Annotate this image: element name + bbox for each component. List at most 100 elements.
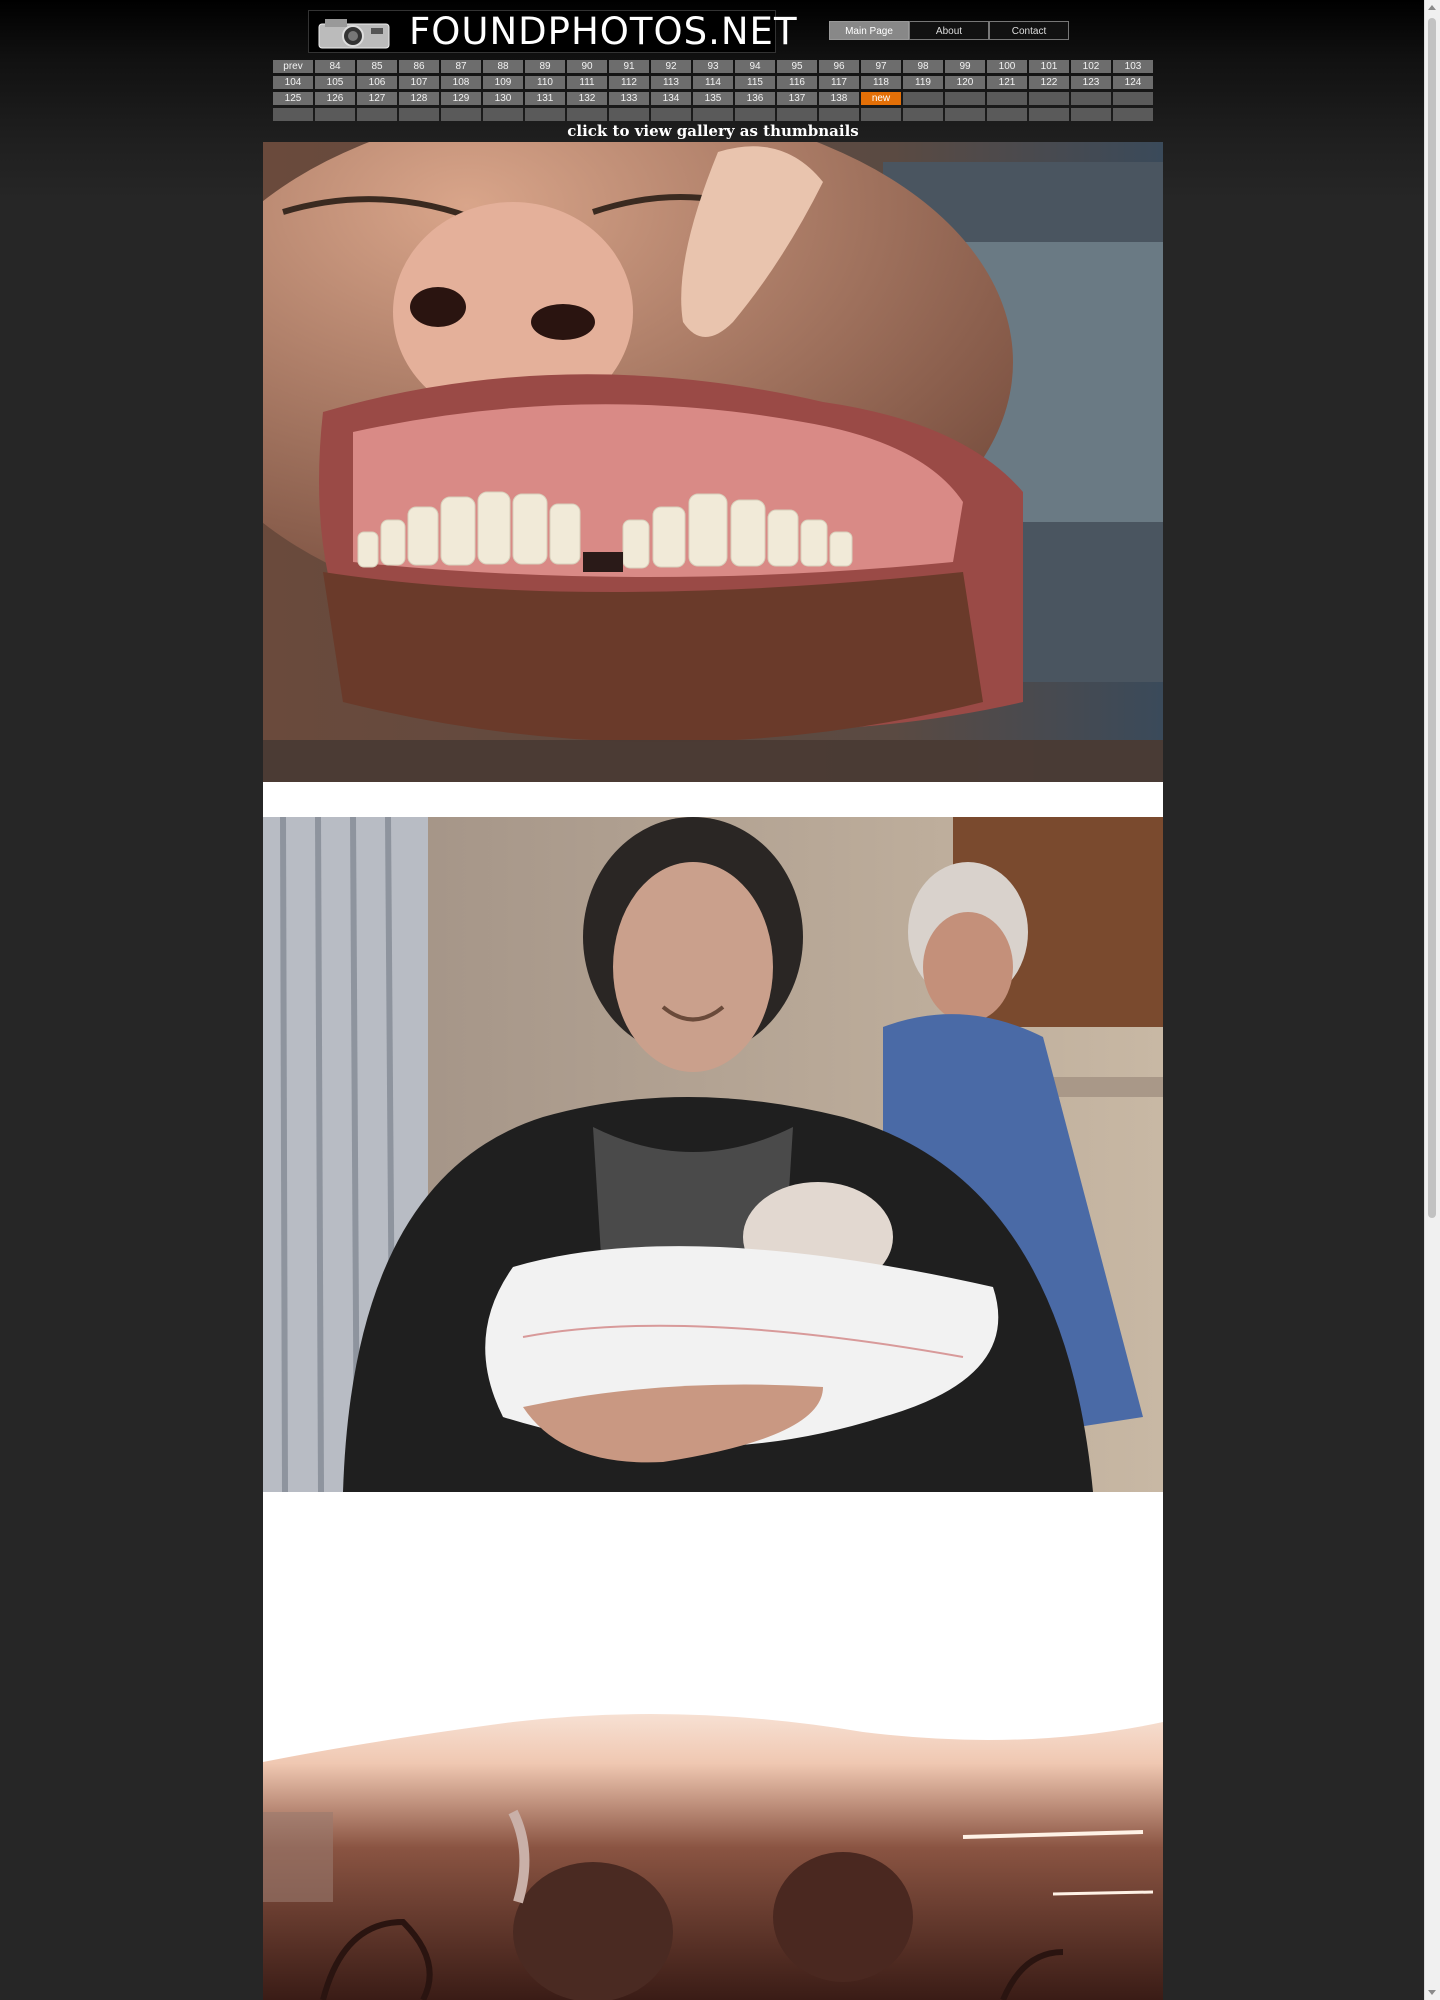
scroll-up-icon[interactable] — [1428, 5, 1436, 10]
page-empty-cell — [483, 108, 523, 121]
page-link[interactable]: 106 — [357, 76, 397, 89]
page-link[interactable]: 114 — [693, 76, 733, 89]
page-link[interactable]: 93 — [693, 60, 733, 73]
page-link[interactable]: 137 — [777, 92, 817, 105]
page-link[interactable]: 127 — [357, 92, 397, 105]
page-link[interactable]: 116 — [777, 76, 817, 89]
page-link[interactable]: 131 — [525, 92, 565, 105]
page-link[interactable]: 85 — [357, 60, 397, 73]
page-row — [273, 108, 1155, 121]
page-link[interactable]: 132 — [567, 92, 607, 105]
scrollbar-thumb[interactable] — [1428, 18, 1436, 1218]
photo-divider — [263, 1492, 1163, 1662]
page-link[interactable]: 109 — [483, 76, 523, 89]
page-link[interactable]: 129 — [441, 92, 481, 105]
site-logo[interactable]: FOUNDPHOTOS.NET — [308, 10, 797, 53]
page-row: prev 84 85 86 87 88 89 90 91 92 93 94 95 96 97 98 99 100 1… — [273, 60, 1155, 73]
logo-text: FOUNDPHOTOS.NET — [409, 10, 798, 53]
page-link[interactable]: 111 — [567, 76, 607, 89]
page-link[interactable]: 103 — [1113, 60, 1153, 73]
page-empty-cell — [315, 108, 355, 121]
nav-about[interactable]: About — [909, 21, 989, 40]
page-row: 104 105 106 107 108 109 110 111 112 113 114 115 116 1… — [273, 76, 1155, 89]
page-link[interactable]: 104 — [273, 76, 313, 89]
page-empty-cell — [399, 108, 439, 121]
page-link[interactable]: 138 — [819, 92, 859, 105]
page-link[interactable]: 102 — [1071, 60, 1111, 73]
page-link[interactable]: 90 — [567, 60, 607, 73]
page-link[interactable]: 135 — [693, 92, 733, 105]
page-empty-cell — [273, 108, 313, 121]
page-link[interactable]: 128 — [399, 92, 439, 105]
page-link[interactable]: 121 — [987, 76, 1027, 89]
page-link[interactable]: 115 — [735, 76, 775, 89]
page-empty-cell — [861, 108, 901, 121]
page-empty-cell — [441, 108, 481, 121]
page-link[interactable]: 101 — [1029, 60, 1069, 73]
page-empty-cell — [567, 108, 607, 121]
page-empty-cell — [1071, 108, 1111, 121]
page-link[interactable]: 119 — [903, 76, 943, 89]
page-empty-cell — [735, 108, 775, 121]
page-link[interactable]: 100 — [987, 60, 1027, 73]
page-empty-cell — [1113, 92, 1153, 105]
page-link[interactable]: 125 — [273, 92, 313, 105]
page-link[interactable]: 97 — [861, 60, 901, 73]
page-empty-cell — [945, 92, 985, 105]
nav-main-page[interactable]: Main Page — [829, 21, 909, 40]
view-thumbnails-link[interactable]: click to view gallery as thumbnails — [263, 122, 1163, 140]
photo-open-mouth-teeth[interactable] — [263, 142, 1163, 782]
page-link[interactable]: 99 — [945, 60, 985, 73]
page-empty-cell — [903, 92, 943, 105]
page-link[interactable]: 89 — [525, 60, 565, 73]
page-link[interactable]: 108 — [441, 76, 481, 89]
page-empty-cell — [1071, 92, 1111, 105]
page-link[interactable]: 136 — [735, 92, 775, 105]
page-link[interactable]: 113 — [651, 76, 691, 89]
page-link[interactable]: 95 — [777, 60, 817, 73]
scroll-down-icon[interactable] — [1428, 1990, 1436, 1995]
page-empty-cell — [1029, 92, 1069, 105]
page-link[interactable]: 107 — [399, 76, 439, 89]
photo-overexposed-room[interactable] — [263, 1662, 1163, 2000]
page-link[interactable]: 92 — [651, 60, 691, 73]
page-link[interactable]: 133 — [609, 92, 649, 105]
top-nav: Main Page About Contact — [829, 21, 1069, 40]
page-link[interactable]: 120 — [945, 76, 985, 89]
page-link[interactable]: 88 — [483, 60, 523, 73]
page-link[interactable]: 96 — [819, 60, 859, 73]
page-link[interactable]: 117 — [819, 76, 859, 89]
page-empty-cell — [945, 108, 985, 121]
page-empty-cell — [525, 108, 565, 121]
page-link[interactable]: 118 — [861, 76, 901, 89]
page-new-link[interactable]: new — [861, 92, 901, 105]
page-empty-cell — [903, 108, 943, 121]
page-link[interactable]: 124 — [1113, 76, 1153, 89]
page-link[interactable]: 84 — [315, 60, 355, 73]
camera-icon — [318, 19, 390, 49]
page-row: 125 126 127 128 129 130 131 132 133 134 135 136 137 1… — [273, 92, 1155, 105]
page-empty-cell — [777, 108, 817, 121]
page-empty-cell — [987, 108, 1027, 121]
page-link[interactable]: 86 — [399, 60, 439, 73]
page-link[interactable]: 112 — [609, 76, 649, 89]
page-empty-cell — [651, 108, 691, 121]
page-link[interactable]: 91 — [609, 60, 649, 73]
page-empty-cell — [819, 108, 859, 121]
page-link[interactable]: 94 — [735, 60, 775, 73]
photo-man-holding-newborn[interactable] — [263, 817, 1163, 1492]
page-link[interactable]: 122 — [1029, 76, 1069, 89]
page-link[interactable]: 130 — [483, 92, 523, 105]
page-link[interactable]: 123 — [1071, 76, 1111, 89]
page-link[interactable]: 98 — [903, 60, 943, 73]
page-link[interactable]: 110 — [525, 76, 565, 89]
page-link[interactable]: 87 — [441, 60, 481, 73]
page-link[interactable]: 105 — [315, 76, 355, 89]
page-empty-cell — [609, 108, 649, 121]
page-empty-cell — [357, 108, 397, 121]
page-prev-link[interactable]: prev — [273, 60, 313, 73]
nav-contact[interactable]: Contact — [989, 21, 1069, 40]
page-link[interactable]: 126 — [315, 92, 355, 105]
vertical-scrollbar[interactable] — [1424, 0, 1440, 2000]
page-link[interactable]: 134 — [651, 92, 691, 105]
